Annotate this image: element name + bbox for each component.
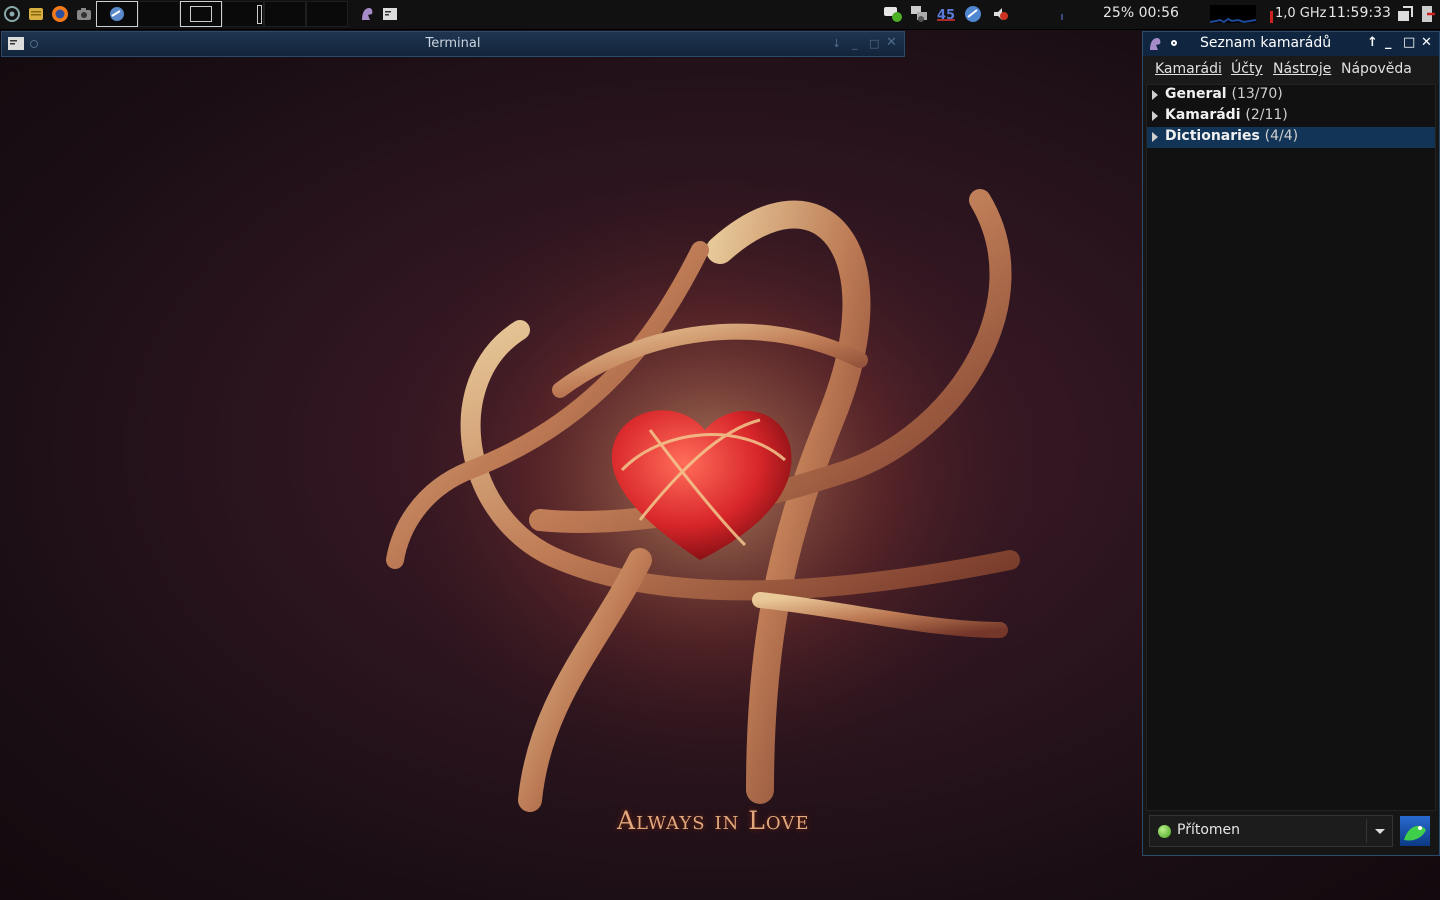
available-status-icon [1158,825,1171,838]
status-label: Přítomen [1177,822,1241,838]
terminal-title: Terminal [425,36,481,51]
screenshot-icon[interactable] [74,4,94,24]
logout-icon[interactable] [1418,4,1438,24]
audio-icon[interactable] [990,4,1010,24]
group-name: General [1165,86,1227,102]
network-icon[interactable] [909,4,929,24]
menu-accounts[interactable]: Účty [1231,61,1263,77]
maximize-icon[interactable]: □ [869,37,879,50]
top-panel: 45 25% 00:56 1,0 GHz 11:59:33 [0,0,1440,30]
group-row-general[interactable]: General (13/70) [1147,85,1435,106]
menu-buddies[interactable]: Kamarádi [1155,61,1222,77]
menu-icon[interactable] [2,4,22,24]
file-manager-icon[interactable] [26,4,46,24]
activity-indicator [1061,14,1063,20]
pidgin-task-icon[interactable] [357,4,377,24]
group-count: (13/70) [1231,86,1283,102]
workspace-2[interactable] [138,1,180,27]
workspace-6[interactable] [306,1,348,27]
browser-window-icon [110,7,124,21]
buddy-list-menubar: Kamarádi Účty Nástroje Nápověda [1143,56,1439,84]
status-selector[interactable]: Přítomen [1149,815,1393,847]
buddy-list-title: Seznam kamarádů [1200,35,1332,51]
workspace-1[interactable] [96,1,138,27]
menu-tools[interactable]: Nástroje [1273,61,1331,77]
close-icon[interactable]: ✕ [1421,35,1432,50]
group-row-kamaradi[interactable]: Kamarádi (2/11) [1147,106,1435,127]
expand-arrow-icon[interactable] [1152,90,1158,100]
group-row-dictionaries[interactable]: Dictionaries (4/4) [1147,127,1435,148]
wallpaper-caption: Always in Love [617,806,810,835]
avatar[interactable] [1400,816,1430,846]
group-count: (4/4) [1264,128,1299,144]
window-thumbnail [257,5,262,24]
shade-icon[interactable]: ↑ [1367,35,1378,50]
cpu-bar [1270,11,1273,23]
buddy-list-window[interactable]: Seznam kamarádů ↑ _ □ ✕ Kamarádi Účty Ná… [1142,31,1440,856]
wallpaper-artwork [350,140,1070,820]
group-count: (2/11) [1245,107,1288,123]
menu-help[interactable]: Nápověda [1341,61,1412,77]
window-thumbnail [190,6,212,22]
chevron-down-icon[interactable] [1375,829,1385,834]
workspace-4[interactable] [222,1,264,27]
group-name: Kamarádi [1165,107,1241,123]
update-icon[interactable]: 45 [936,4,956,24]
pidgin-tray-icon[interactable] [883,4,903,24]
terminal-task-icon[interactable] [380,4,400,24]
buddy-list-titlebar[interactable]: Seznam kamarádů ↑ _ □ ✕ [1143,32,1439,56]
workspace-3[interactable] [180,1,222,27]
user-switch-icon[interactable] [1395,4,1415,24]
clock[interactable]: 11:59:33 [1328,5,1391,21]
firefox-icon[interactable] [50,4,70,24]
close-icon[interactable]: ✕ [886,35,897,50]
sticky-icon[interactable] [1171,40,1177,46]
divider [1366,819,1367,843]
minimize-icon[interactable]: _ [852,37,858,50]
workspace-5[interactable] [264,1,306,27]
buddy-tree[interactable]: General (13/70) Kamarádi (2/11) Dictiona… [1146,84,1436,811]
battery-status[interactable]: 25% 00:56 [1103,5,1179,21]
cpu-frequency[interactable]: 1,0 GHz [1275,6,1326,21]
pidgin-icon[interactable] [1147,36,1163,56]
browser-tray-icon[interactable] [963,4,983,24]
maximize-icon[interactable]: □ [1403,35,1415,50]
group-name: Dictionaries [1165,128,1260,144]
expand-arrow-icon[interactable] [1152,111,1158,121]
cpu-graph[interactable] [1209,5,1257,24]
minimize-icon[interactable]: _ [1385,35,1392,50]
terminal-window[interactable]: Terminal ↓ _ □ ✕ [1,31,905,57]
shade-icon[interactable]: ↓ [832,37,841,50]
expand-arrow-icon[interactable] [1152,132,1158,142]
